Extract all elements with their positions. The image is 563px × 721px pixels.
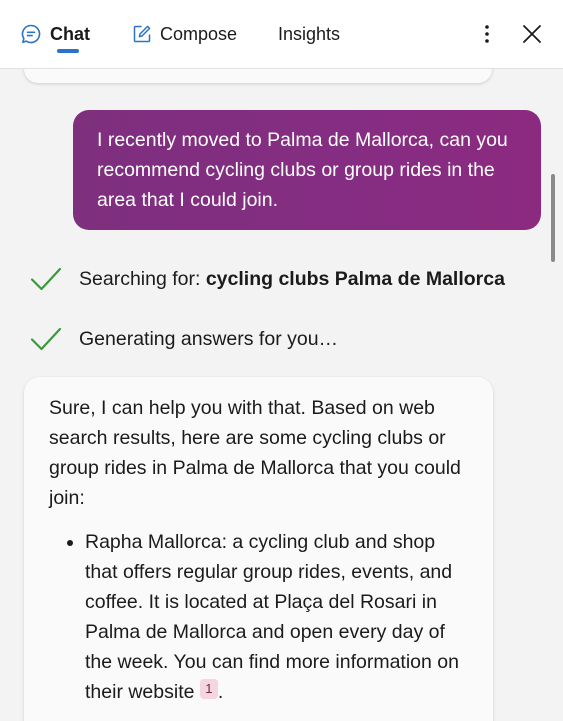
answer-list: Rapha Mallorca: a cycling club and shop … bbox=[49, 527, 473, 707]
search-status-prefix: Searching for: bbox=[79, 267, 206, 290]
active-tab-indicator bbox=[57, 49, 79, 53]
tab-chat[interactable]: Chat bbox=[20, 22, 90, 46]
user-message-text: I recently moved to Palma de Mallorca, c… bbox=[97, 129, 508, 211]
close-button[interactable] bbox=[518, 20, 546, 48]
close-icon bbox=[523, 25, 541, 43]
citation-badge[interactable]: 1 bbox=[199, 679, 218, 699]
scrollbar-thumb[interactable] bbox=[551, 174, 555, 262]
compose-icon bbox=[133, 25, 151, 43]
chat-scroll-area[interactable]: I recently moved to Palma de Mallorca, c… bbox=[0, 69, 563, 721]
previous-message-card bbox=[24, 69, 492, 83]
more-vertical-icon bbox=[485, 25, 489, 43]
list-item-suffix: . bbox=[217, 681, 224, 703]
tab-compose-label: Compose bbox=[160, 24, 238, 44]
search-query-text: cycling clubs Palma de Mallorca bbox=[205, 267, 505, 290]
assistant-answer-card: Sure, I can help you with that. Based on… bbox=[24, 377, 493, 721]
more-options-button[interactable] bbox=[473, 20, 501, 48]
tab-insights[interactable]: Insights bbox=[278, 22, 340, 46]
checkmark-icon bbox=[30, 267, 62, 291]
chat-bubble-icon bbox=[21, 24, 41, 44]
list-item: Rapha Mallorca: a cycling club and shop … bbox=[85, 527, 473, 707]
top-bar: Chat Compose Insights bbox=[0, 0, 563, 69]
list-item-text: Rapha Mallorca: a cycling club and shop … bbox=[85, 531, 459, 703]
answer-intro-text: Sure, I can help you with that. Based on… bbox=[49, 397, 461, 509]
user-message-bubble: I recently moved to Palma de Mallorca, c… bbox=[73, 110, 541, 230]
checkmark-icon bbox=[30, 327, 62, 351]
tab-insights-label: Insights bbox=[278, 24, 341, 44]
generating-status-row: Generating answers for you… bbox=[30, 324, 338, 354]
tab-chat-label: Chat bbox=[50, 24, 90, 44]
search-status-row: Searching for: cycling clubs Palma de Ma… bbox=[30, 264, 505, 294]
tab-compose[interactable]: Compose bbox=[132, 22, 237, 46]
generating-status-text: Generating answers for you… bbox=[79, 327, 339, 350]
